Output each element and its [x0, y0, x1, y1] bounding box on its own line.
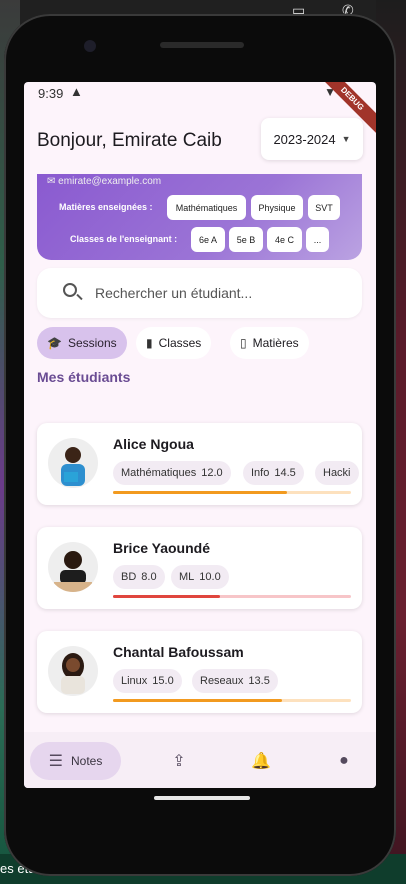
teacher-email: emirate@example.com [58, 176, 162, 187]
status-time: 9:39 [38, 86, 64, 101]
app-screen: 9:39 ▲ ▼ ▮ DEBUG Bonjour, Emirate Caib 2… [24, 82, 376, 788]
class-chip: 4e C [267, 227, 302, 252]
tab-label: Matières [252, 336, 299, 350]
grade-subject: Hacki [323, 467, 351, 479]
grade-subject: BD [121, 571, 137, 583]
subjects-label: Matières enseignées : [59, 202, 153, 212]
grade-progress-track [113, 699, 351, 702]
class-chip: 6e A [191, 227, 225, 252]
warning-icon: ▲ [70, 84, 83, 99]
tab-matieres[interactable]: ▯ Matières [230, 327, 309, 359]
grade-subject: Reseaux [200, 675, 244, 687]
grade-chip: Linux 15.0 [113, 669, 182, 693]
grade-progress-track [113, 595, 351, 598]
grade-value: 10.0 [199, 571, 221, 583]
bottom-navigation: ☰ Notes ⇪ 🔔 ● [24, 732, 376, 788]
nav-label: Notes [70, 754, 103, 768]
subject-chip: Physique [251, 195, 303, 220]
grade-value: 15.0 [152, 675, 174, 687]
student-card[interactable]: Brice Yaoundé BD 8.0 ML 10.0 [37, 527, 362, 609]
grade-chip: Hacki [315, 461, 359, 485]
grade-progress-track [113, 491, 351, 494]
search-placeholder: Rechercher un étudiant... [95, 285, 253, 301]
greeting-title: Bonjour, Emirate Caib [37, 130, 222, 151]
grade-chip: BD 8.0 [113, 565, 165, 589]
tab-label: Sessions [67, 336, 117, 350]
grade-subject: Mathématiques [121, 467, 197, 479]
grade-progress-fill [113, 491, 287, 494]
upload-icon: ⇪ [172, 753, 186, 770]
graduation-cap-icon: 🎓 [47, 336, 62, 350]
tab-label: Classes [158, 336, 202, 350]
nav-profile[interactable]: ● [325, 742, 363, 780]
front-camera [84, 40, 96, 52]
mail-icon: ✉ [47, 176, 56, 187]
school-year-value: 2023-2024 [273, 131, 336, 147]
student-search-input[interactable]: Rechercher un étudiant... [37, 268, 362, 318]
subject-chip: SVT [308, 195, 340, 220]
nav-notes[interactable]: ☰ Notes [30, 742, 121, 780]
bell-icon: 🔔 [251, 753, 271, 770]
grade-progress-fill [113, 699, 282, 702]
class-chip: 5e B [229, 227, 263, 252]
student-name: Chantal Bafoussam [113, 644, 244, 660]
earpiece-speaker [160, 42, 244, 48]
classes-label: Classes de l'enseignant : [70, 234, 178, 244]
student-card[interactable]: Chantal Bafoussam Linux 15.0 Reseaux 13.… [37, 631, 362, 713]
class-chip-more: ... [306, 227, 329, 252]
tab-classes[interactable]: ▮ Classes [136, 327, 212, 359]
subject-chip: Mathématiques [167, 195, 246, 220]
grade-value: 12.0 [201, 467, 223, 479]
open-book-icon: ▯ [240, 336, 247, 350]
grade-value: 13.5 [248, 675, 270, 687]
gesture-home-bar[interactable] [154, 796, 250, 800]
student-name: Alice Ngoua [113, 436, 194, 452]
nav-upload[interactable]: ⇪ [160, 742, 198, 780]
email-row: ✉ emirate@example.com [47, 176, 161, 187]
grade-subject: ML [179, 571, 195, 583]
section-title: Mes étudiants [37, 369, 131, 385]
student-avatar [48, 646, 98, 696]
grade-chip: Info 14.5 [243, 461, 304, 485]
grade-value: 8.0 [141, 571, 157, 583]
tab-sessions[interactable]: 🎓 Sessions [37, 327, 127, 359]
grade-chip: Reseaux 13.5 [192, 669, 278, 693]
student-avatar [48, 542, 98, 592]
student-avatar [48, 438, 98, 488]
grade-chip: Mathématiques 12.0 [113, 461, 231, 485]
student-name: Brice Yaoundé [113, 540, 211, 556]
school-year-dropdown[interactable]: 2023-2024 ▼ [261, 118, 363, 160]
nav-notifications[interactable]: 🔔 [242, 742, 280, 780]
teacher-profile-card: ✉ emirate@example.com Matières enseignée… [37, 174, 362, 260]
grade-chip: ML 10.0 [171, 565, 229, 589]
status-bar: 9:39 ▲ ▼ ▮ DEBUG [24, 82, 376, 138]
person-icon: ● [339, 752, 349, 769]
search-icon [63, 283, 77, 297]
student-card[interactable]: Alice Ngoua Mathématiques 12.0 Info 14.5… [37, 423, 362, 505]
dropdown-caret-icon: ▼ [341, 134, 351, 144]
notes-list-icon: ☰ [48, 753, 63, 770]
grade-subject: Linux [121, 675, 148, 687]
grade-value: 14.5 [274, 467, 296, 479]
grade-progress-fill [113, 595, 221, 598]
grade-subject: Info [251, 467, 270, 479]
book-icon: ▮ [146, 336, 153, 350]
